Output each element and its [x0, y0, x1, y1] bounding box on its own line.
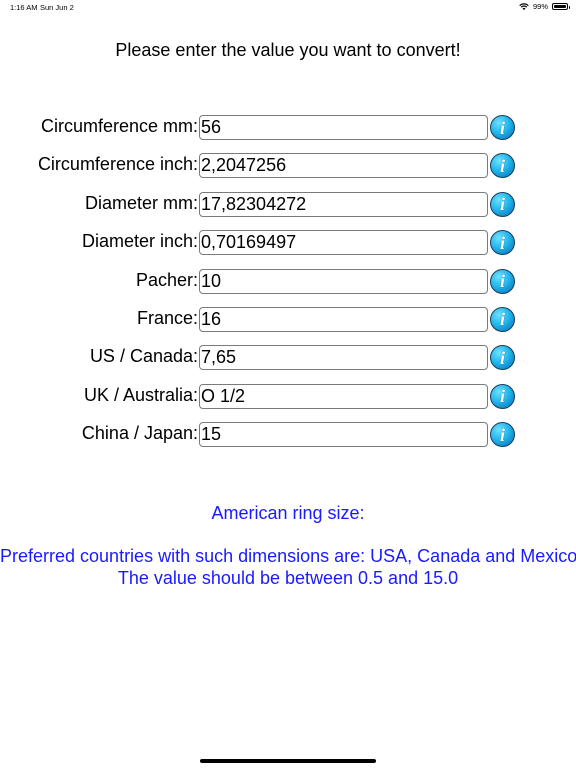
info-icon[interactable]: i [490, 345, 515, 371]
row-label: Diameter mm: [84, 192, 198, 213]
status-time: 1:16 AM [10, 3, 38, 12]
row-label: Circumference mm: [40, 116, 198, 136]
row-label: Circumference inch: [37, 154, 198, 175]
row-value-input[interactable] [199, 230, 488, 256]
conversion-row: Diameter mm: i [0, 190, 576, 228]
info-icon[interactable]: i [490, 153, 515, 179]
info-icon[interactable]: i [490, 115, 515, 140]
info-icon[interactable]: i [490, 230, 515, 256]
home-indicator[interactable] [200, 759, 376, 763]
conversion-row: Circumference mm: i [0, 113, 576, 151]
row-value-input[interactable] [199, 115, 488, 140]
info-icon[interactable]: i [490, 422, 515, 448]
conversion-row: US / Canada: i [0, 343, 576, 381]
battery-fill [554, 5, 566, 8]
row-label: France: [136, 307, 198, 328]
row-label: Diameter inch: [81, 231, 198, 252]
row-value-input[interactable] [199, 422, 488, 448]
info-description-line-1: Preferred countries with such dimensions… [0, 546, 576, 566]
info-icon[interactable]: i [490, 191, 515, 217]
conversion-row: Diameter inch: i [0, 228, 576, 266]
row-label: China / Japan: [81, 423, 198, 444]
info-glyph: i [499, 386, 505, 407]
row-value-input[interactable] [199, 268, 488, 294]
info-glyph: i [499, 309, 505, 330]
row-value-input[interactable] [199, 383, 488, 409]
row-label: US / Canada: [89, 346, 198, 367]
info-glyph: i [499, 232, 505, 253]
info-glyph: i [499, 424, 505, 445]
info-icon[interactable]: i [490, 383, 515, 409]
info-heading: American ring size: [211, 503, 365, 523]
conversion-row: UK / Australia: i [0, 382, 576, 420]
info-description: Preferred countries with such dimensions… [0, 545, 576, 589]
conversion-form: Circumference mm:iCircumference inch:iDi… [0, 113, 576, 459]
conversion-row: France: i [0, 305, 576, 343]
info-icon[interactable]: i [490, 268, 515, 294]
info-glyph: i [499, 194, 505, 215]
row-value-input[interactable] [199, 153, 488, 179]
info-description-line-2: The value should be between 0.5 and 15.0 [117, 568, 459, 588]
info-icon[interactable]: i [490, 306, 515, 332]
battery-icon [552, 3, 570, 10]
status-date: Sun Jun 2 [40, 3, 74, 12]
conversion-row: China / Japan: i [0, 420, 576, 458]
row-value-input[interactable] [199, 191, 488, 217]
conversion-row: Circumference inch: i [0, 151, 576, 189]
status-bar: 1:16 AM Sun Jun 2 99% [0, 0, 576, 14]
info-glyph: i [499, 271, 505, 292]
info-glyph: i [499, 117, 505, 138]
wifi-icon [519, 2, 529, 10]
battery-percent: 99% [532, 2, 548, 11]
info-glyph: i [499, 347, 505, 368]
row-label: UK / Australia: [83, 384, 198, 405]
page-title: Please enter the value you want to conve… [115, 40, 461, 60]
row-label: Pacher: [135, 269, 198, 290]
row-value-input[interactable] [199, 306, 488, 332]
row-value-input[interactable] [199, 345, 488, 371]
info-glyph: i [499, 155, 505, 176]
conversion-row: Pacher: i [0, 267, 576, 305]
status-indicators: 99% [519, 2, 570, 11]
